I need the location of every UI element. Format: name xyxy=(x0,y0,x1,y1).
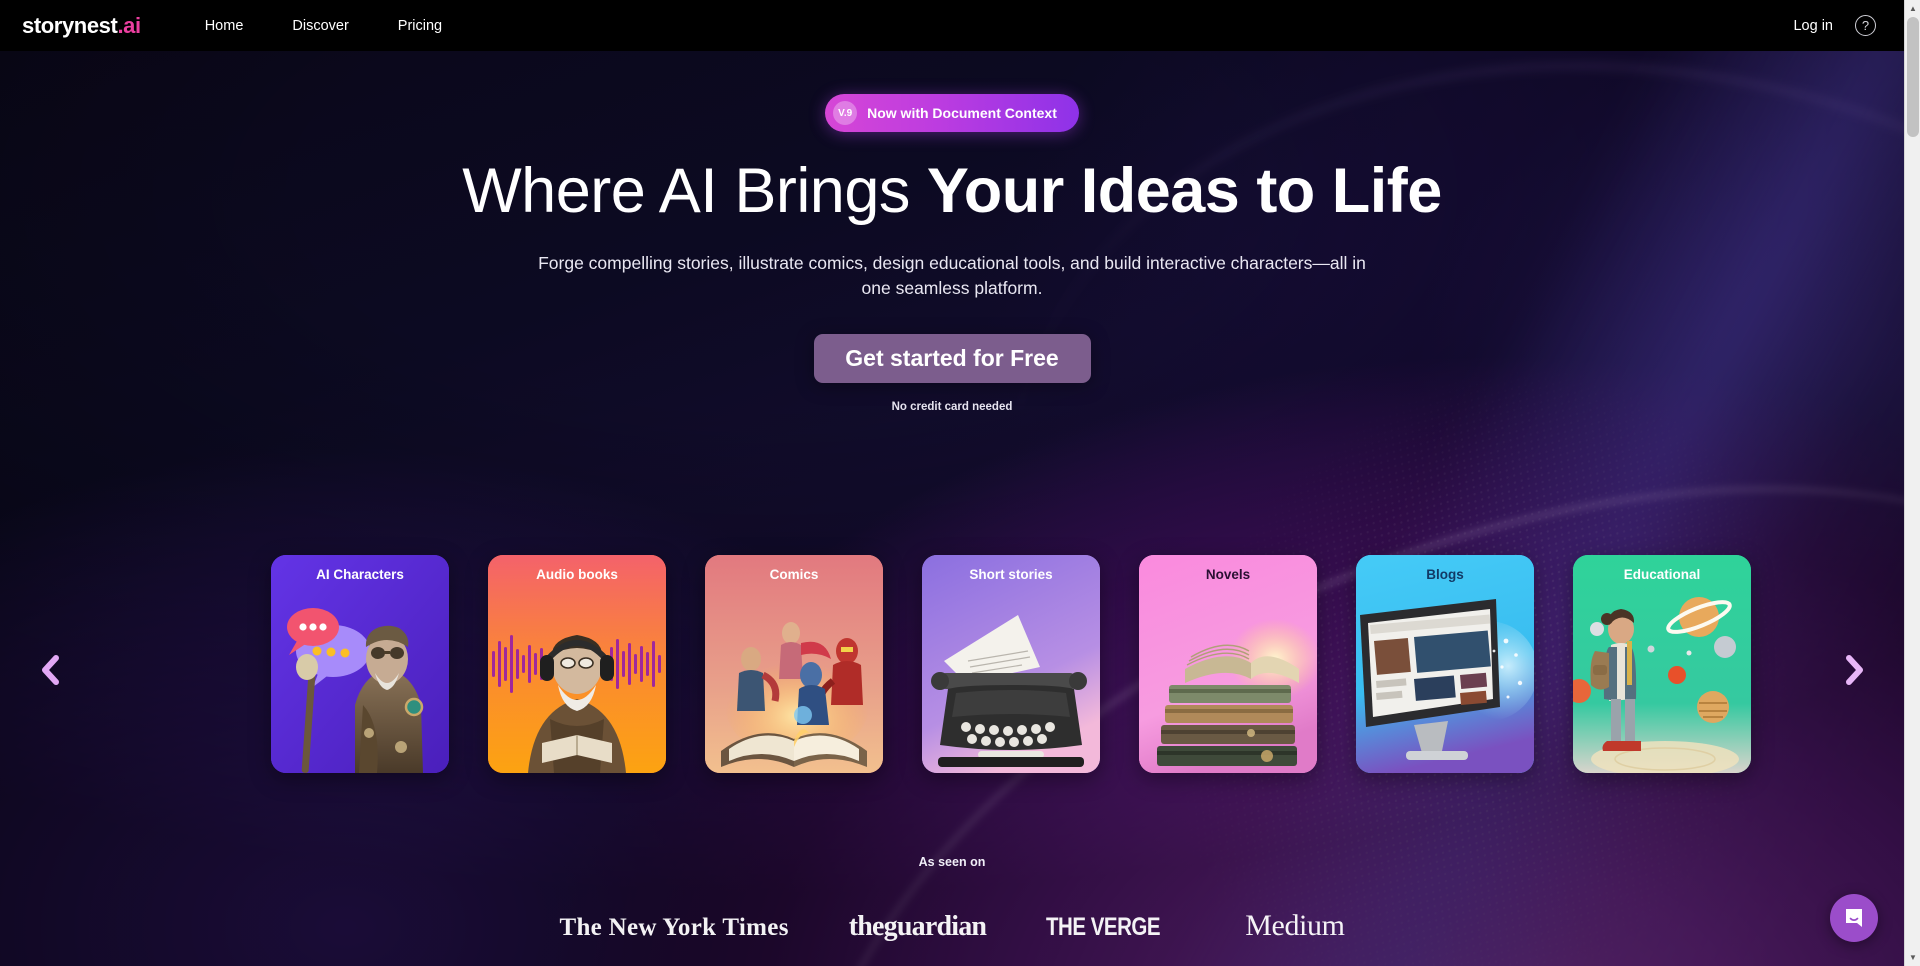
badge-label: Now with Document Context xyxy=(867,105,1057,121)
card-title: Blogs xyxy=(1426,567,1464,582)
scroll-up-arrow-icon[interactable]: ▲ xyxy=(1905,0,1920,17)
logo-new-york-times: The New York Times xyxy=(559,914,789,941)
card-title: Short stories xyxy=(969,567,1053,582)
scroll-down-arrow-icon[interactable]: ▼ xyxy=(1905,949,1920,966)
card-title: Educational xyxy=(1623,567,1701,582)
vintage-typewriter-art xyxy=(922,555,1100,773)
nav-item-pricing[interactable]: Pricing xyxy=(398,18,442,34)
carousel-card-list: AI Characters Audio books Comics Short s… xyxy=(271,555,1751,773)
brand-logo[interactable]: storynest.ai xyxy=(22,13,141,39)
headline-light-part: Where AI Brings xyxy=(462,156,927,226)
chevron-left-icon[interactable] xyxy=(32,653,66,687)
top-navigation-bar: storynest.ai Home Discover Pricing Log i… xyxy=(0,0,1904,51)
logo-the-guardian: theguardian xyxy=(848,911,987,942)
card-title: Novels xyxy=(1205,567,1251,582)
headline-bold-part: Your Ideas to Life xyxy=(926,156,1442,226)
logo-medium: Medium xyxy=(1245,909,1345,942)
logo-the-verge: THE VERGE xyxy=(1046,913,1161,941)
chevron-right-icon[interactable] xyxy=(1838,653,1872,687)
carousel-card[interactable]: Audio books xyxy=(488,555,666,773)
as-seen-on-section: As seen on The New York Times theguardia… xyxy=(0,855,1904,943)
announcement-badge[interactable]: V.9 Now with Document Context xyxy=(825,94,1079,132)
carousel-card[interactable]: Blogs xyxy=(1356,555,1534,773)
imac-blog-screen-art xyxy=(1356,555,1534,773)
scrollbar-thumb[interactable] xyxy=(1907,17,1919,137)
get-started-button[interactable]: Get started for Free xyxy=(813,334,1091,384)
wizard-speech-bubbles-art xyxy=(271,555,449,773)
hero-section: V.9 Now with Document Context Where AI B… xyxy=(0,51,1904,413)
stacked-books-glow-art xyxy=(1139,555,1317,773)
carousel-card[interactable]: Short stories xyxy=(922,555,1100,773)
page-title: Where AI Brings Your Ideas to Life xyxy=(462,156,1442,226)
carousel-card[interactable]: Educational xyxy=(1573,555,1751,773)
girl-planets-space-art xyxy=(1573,555,1751,773)
press-logo-list: The New York Times theguardian THE VERGE… xyxy=(559,909,1344,943)
carousel-card[interactable]: Comics xyxy=(705,555,883,773)
old-man-headphones-waveform-art xyxy=(488,555,666,773)
nav-links: Home Discover Pricing xyxy=(205,18,442,34)
card-title: AI Characters xyxy=(316,567,404,582)
superheroes-open-book-art xyxy=(705,555,883,773)
category-carousel: AI Characters Audio books Comics Short s… xyxy=(0,555,1904,785)
as-seen-on-label: As seen on xyxy=(918,855,986,869)
nav-item-discover[interactable]: Discover xyxy=(292,18,348,34)
nav-right-group: Log in ? xyxy=(1793,15,1876,36)
question-mark-circle-icon[interactable]: ? xyxy=(1855,15,1876,36)
card-title: Audio books xyxy=(536,567,618,582)
login-button[interactable]: Log in xyxy=(1793,18,1833,34)
chat-bubble-smile-icon[interactable] xyxy=(1830,894,1878,942)
hero-subtitle: Forge compelling stories, illustrate com… xyxy=(538,252,1366,298)
carousel-card[interactable]: AI Characters xyxy=(271,555,449,773)
vertical-scrollbar[interactable]: ▲ ▼ xyxy=(1904,0,1920,966)
badge-version-chip: V.9 xyxy=(833,101,858,125)
page-root: storynest.ai Home Discover Pricing Log i… xyxy=(0,0,1920,966)
cta-note: No credit card needed xyxy=(891,401,1013,414)
brand-suffix: .ai xyxy=(117,12,141,38)
nav-item-home[interactable]: Home xyxy=(205,18,244,34)
carousel-card[interactable]: Novels xyxy=(1139,555,1317,773)
card-title: Comics xyxy=(769,567,819,582)
brand-name: storynest xyxy=(22,12,118,38)
